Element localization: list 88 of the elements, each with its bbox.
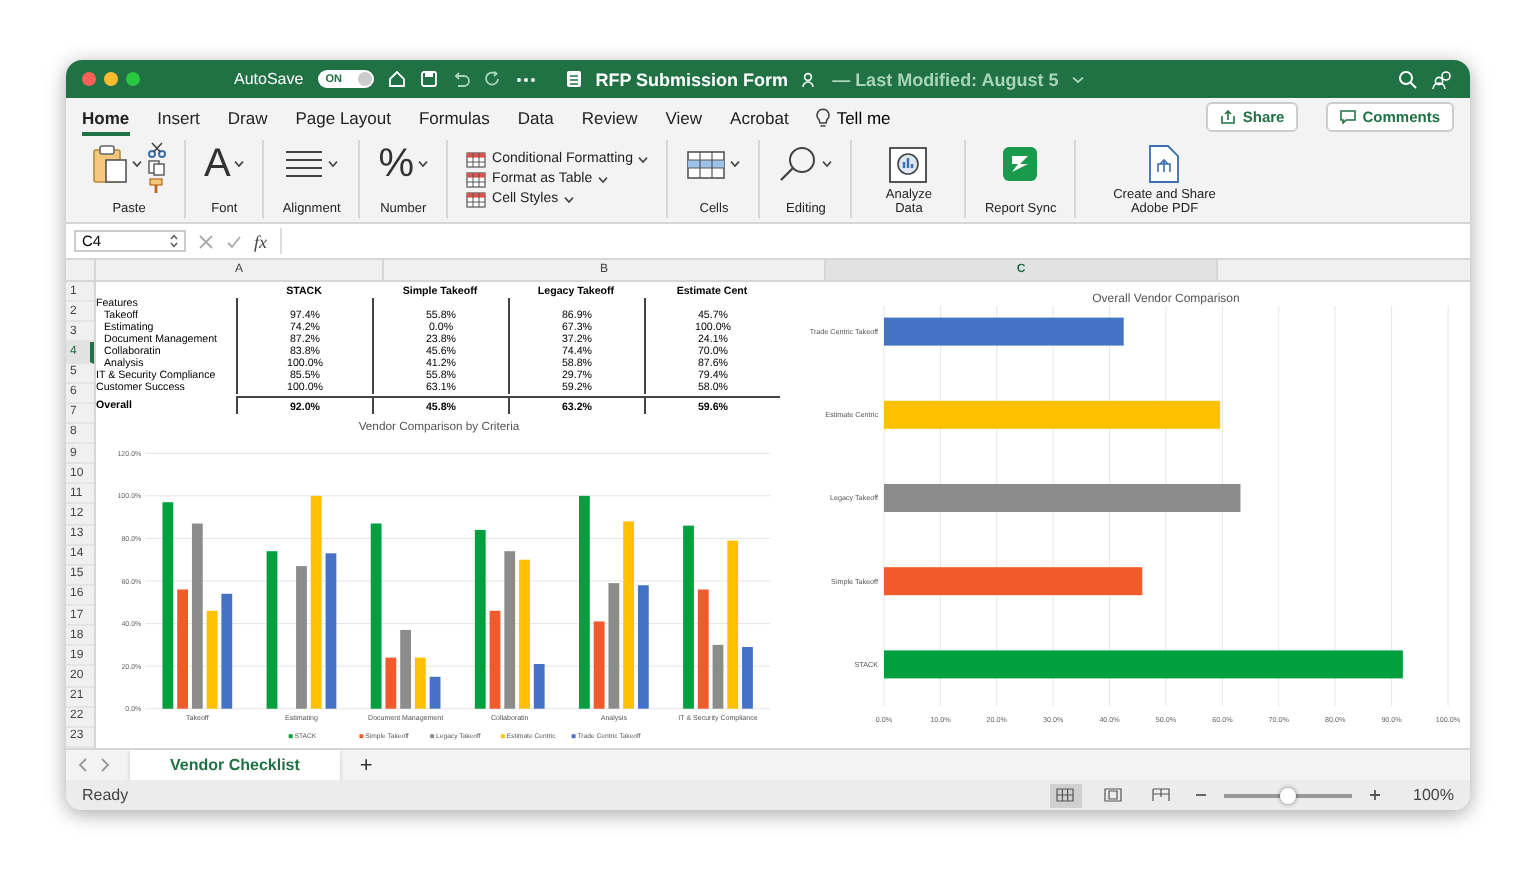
zoom-button[interactable] [126,72,140,86]
bar [489,610,501,709]
previous-sheet-icon[interactable] [78,758,88,772]
legend-swatch [500,734,505,739]
more-icon[interactable] [515,75,536,83]
bar [608,583,620,709]
legend-swatch [430,734,435,739]
stepper-icon [170,234,178,248]
zoom-percent: 100% [1413,786,1454,804]
slider-thumb[interactable] [1279,787,1296,803]
bar [697,589,709,709]
caret-icon [418,160,429,168]
table-style-icon [466,151,487,167]
chevron-down-icon[interactable] [1072,75,1085,83]
status-text: Ready [82,786,129,804]
grid-icon[interactable] [686,148,727,180]
caret-icon [638,155,649,163]
workbook-icon [565,70,582,88]
ribbon-tab[interactable]: Formulas [418,99,490,135]
zoom-out-icon[interactable] [1193,788,1208,802]
zoom-in-icon[interactable] [1367,788,1382,802]
autosave-label: AutoSave [234,70,304,88]
bar [385,657,397,709]
save-icon[interactable] [419,70,438,88]
app-logo-icon[interactable] [1002,146,1039,182]
search-icon[interactable] [1398,69,1418,89]
ribbon-tab[interactable]: Draw [227,99,268,135]
sheet-tab[interactable]: Vendor Checklist [130,750,340,780]
bar [637,585,649,709]
bar [206,610,218,709]
redo-icon[interactable] [483,70,502,88]
page-view-icon [1104,788,1123,802]
bar [177,589,188,709]
chart-magnifier-icon[interactable] [888,145,929,183]
table-style-icon [466,191,487,207]
tell-me-field[interactable]: Tell me [836,107,891,127]
scissors-icon[interactable] [148,142,166,158]
grid-view-icon [1056,788,1075,802]
align-lines-icon[interactable] [284,148,325,180]
caret-icon [822,160,833,168]
legend-swatch [288,734,293,739]
legend-swatch [571,734,576,739]
search-icon[interactable] [778,146,819,182]
normal-view-button[interactable] [1049,783,1082,807]
bar [712,644,724,709]
add-sheet-button[interactable]: + [347,750,385,780]
bar [296,566,307,709]
home-icon[interactable] [387,70,406,88]
ribbon-glyph-icon[interactable]: A [204,142,231,186]
page-break-icon [1152,788,1171,802]
caret-icon [328,160,339,168]
next-sheet-icon[interactable] [100,758,110,772]
bar [414,657,426,709]
ribbon-tab[interactable]: Acrobat [730,99,789,135]
brush-icon[interactable] [148,178,166,194]
window-title: RFP Submission Form [595,69,789,89]
document-share-icon[interactable] [1148,144,1181,184]
minimize-button[interactable] [104,72,118,86]
people-icon[interactable] [1432,69,1454,89]
ribbon-tab[interactable]: Review [581,99,638,135]
ribbon-tab[interactable]: Data [517,99,554,135]
bar [400,629,411,709]
checkmark-icon[interactable] [226,233,242,249]
ribbon-tab[interactable]: Insert [157,99,200,135]
ribbon-glyph-icon[interactable]: % [378,142,415,186]
legend-swatch [359,734,364,739]
undo-icon[interactable] [451,70,470,88]
caret-icon [564,195,575,203]
caret-icon [132,160,142,168]
bar [221,593,233,709]
function-button[interactable]: fx [254,231,267,251]
bar [742,647,753,709]
bar [533,664,545,709]
bar [429,676,441,709]
caret-icon [598,175,609,183]
person-icon [802,71,819,87]
clipboard-icon[interactable] [92,144,128,184]
share-icon [1220,110,1237,124]
ribbon-tab[interactable]: Page Layout [295,99,391,135]
caret-icon [730,160,741,168]
table-style-icon [466,171,487,187]
copy-icon[interactable] [148,160,166,176]
caret-icon [234,160,245,168]
lightbulb-icon[interactable] [816,107,831,127]
last-modified-label: — Last Modified: August 5 [832,69,1059,89]
bar [593,621,605,709]
comment-icon [1340,110,1357,124]
ribbon-tab[interactable]: View [665,99,703,135]
